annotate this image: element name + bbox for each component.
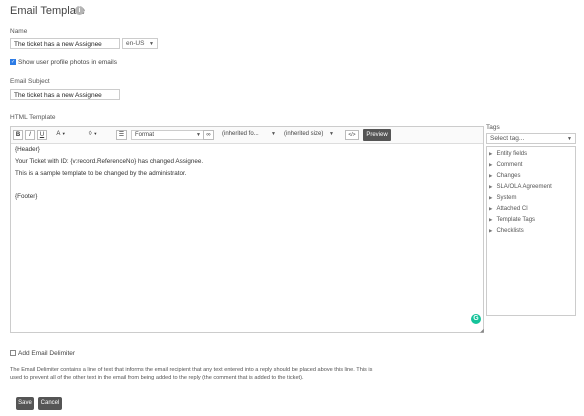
caret-right-icon: ▶	[489, 206, 493, 211]
chevron-down-icon: ▼	[61, 131, 66, 136]
font-select[interactable]: (inherited fo... ▼	[219, 130, 279, 140]
tag-item-checklists[interactable]: ▶ Checklists	[489, 228, 524, 234]
bold-button[interactable]: B	[13, 130, 23, 140]
editor-toolbar: B I U A ▼ ◊ ▼ ☰ Format ▼ ∞ (inherited fo…	[11, 127, 483, 144]
tags-label: Tags	[486, 124, 500, 131]
tag-item-system[interactable]: ▶ System	[489, 195, 516, 201]
email-delimiter-label: Add Email Delimiter	[18, 350, 76, 357]
tag-item-entity-fields[interactable]: ▶ Entity fields	[489, 151, 527, 157]
profile-photos-label: Show user profile photos in emails	[18, 59, 117, 66]
link-icon[interactable]: ∞	[203, 130, 214, 140]
chevron-down-icon: ▼	[149, 41, 154, 47]
underline-button[interactable]: U	[37, 130, 47, 140]
email-delimiter-checkbox[interactable]	[10, 350, 16, 356]
resize-handle-icon[interactable]: ◢	[480, 328, 484, 334]
caret-right-icon: ▶	[489, 173, 493, 178]
delimiter-description: The Email Delimiter contains a line of t…	[10, 366, 430, 382]
subject-input[interactable]: The ticket has a new Assignee	[10, 89, 120, 100]
template-header[interactable]: {Header}	[15, 146, 40, 153]
locale-select[interactable]: en-US ▼	[122, 38, 158, 49]
chevron-down-icon: ▼	[329, 131, 334, 137]
source-code-button[interactable]: </>	[345, 130, 359, 140]
italic-button[interactable]: I	[25, 130, 35, 140]
preview-button[interactable]: Preview	[363, 129, 391, 141]
html-template-label: HTML Template	[10, 114, 56, 121]
tag-item-comment[interactable]: ▶ Comment	[489, 162, 522, 168]
profile-photos-checkbox[interactable]: ✓	[10, 59, 16, 65]
size-value: (inherited size)	[284, 131, 324, 137]
chevron-down-icon: ▼	[271, 131, 276, 137]
locale-value: en-US	[126, 40, 145, 47]
caret-right-icon: ▶	[489, 151, 493, 156]
caret-right-icon: ▶	[489, 195, 493, 200]
caret-right-icon: ▶	[489, 217, 493, 222]
caret-right-icon: ▶	[489, 228, 493, 233]
template-body-line[interactable]: This is a sample template to be changed …	[15, 170, 187, 177]
tag-item-changes[interactable]: ▶ Changes	[489, 173, 521, 179]
format-value: Format	[135, 132, 155, 138]
caret-right-icon: ▶	[489, 184, 493, 189]
grammarly-icon[interactable]: G	[471, 314, 481, 324]
page-title: Email Template	[10, 5, 85, 17]
font-color-label: A	[56, 131, 61, 137]
font-color-button[interactable]: A ▼	[53, 130, 69, 140]
highlight-icon: ◊	[88, 131, 92, 137]
tag-select-placeholder: Select tag...	[490, 135, 525, 142]
chevron-down-icon: ▼	[567, 136, 572, 142]
name-input[interactable]: The ticket has a new Assignee	[10, 38, 120, 49]
name-label: Name	[10, 28, 28, 35]
chevron-down-icon: ▼	[93, 131, 98, 136]
chevron-down-icon: ▼	[196, 132, 201, 138]
info-icon[interactable]: i	[75, 6, 84, 15]
paragraph-icon[interactable]: ☰	[116, 130, 127, 140]
delimiter-description-line: used to prevent all of the other text in…	[10, 375, 304, 381]
format-select[interactable]: Format ▼	[131, 130, 205, 140]
highlight-button[interactable]: ◊ ▼	[85, 130, 101, 140]
tag-item-attached-ci[interactable]: ▶ Attached CI	[489, 206, 528, 212]
template-body-line[interactable]: Your Ticket with ID: {v:record.Reference…	[15, 158, 203, 165]
tag-item-sla-ola[interactable]: ▶ SLA/OLA Agreement	[489, 184, 552, 190]
subject-label: Email Subject	[10, 78, 50, 85]
save-button[interactable]: Save	[16, 397, 34, 410]
template-footer[interactable]: {Footer}	[15, 193, 37, 200]
tag-select[interactable]: Select tag... ▼	[486, 133, 576, 144]
tag-item-template-tags[interactable]: ▶ Template Tags	[489, 217, 535, 223]
font-value: (inherited fo...	[222, 131, 259, 137]
cancel-button[interactable]: Cancel	[38, 397, 62, 410]
size-select[interactable]: (inherited size) ▼	[281, 130, 337, 140]
delimiter-description-line: The Email Delimiter contains a line of t…	[10, 367, 373, 373]
caret-right-icon: ▶	[489, 162, 493, 167]
